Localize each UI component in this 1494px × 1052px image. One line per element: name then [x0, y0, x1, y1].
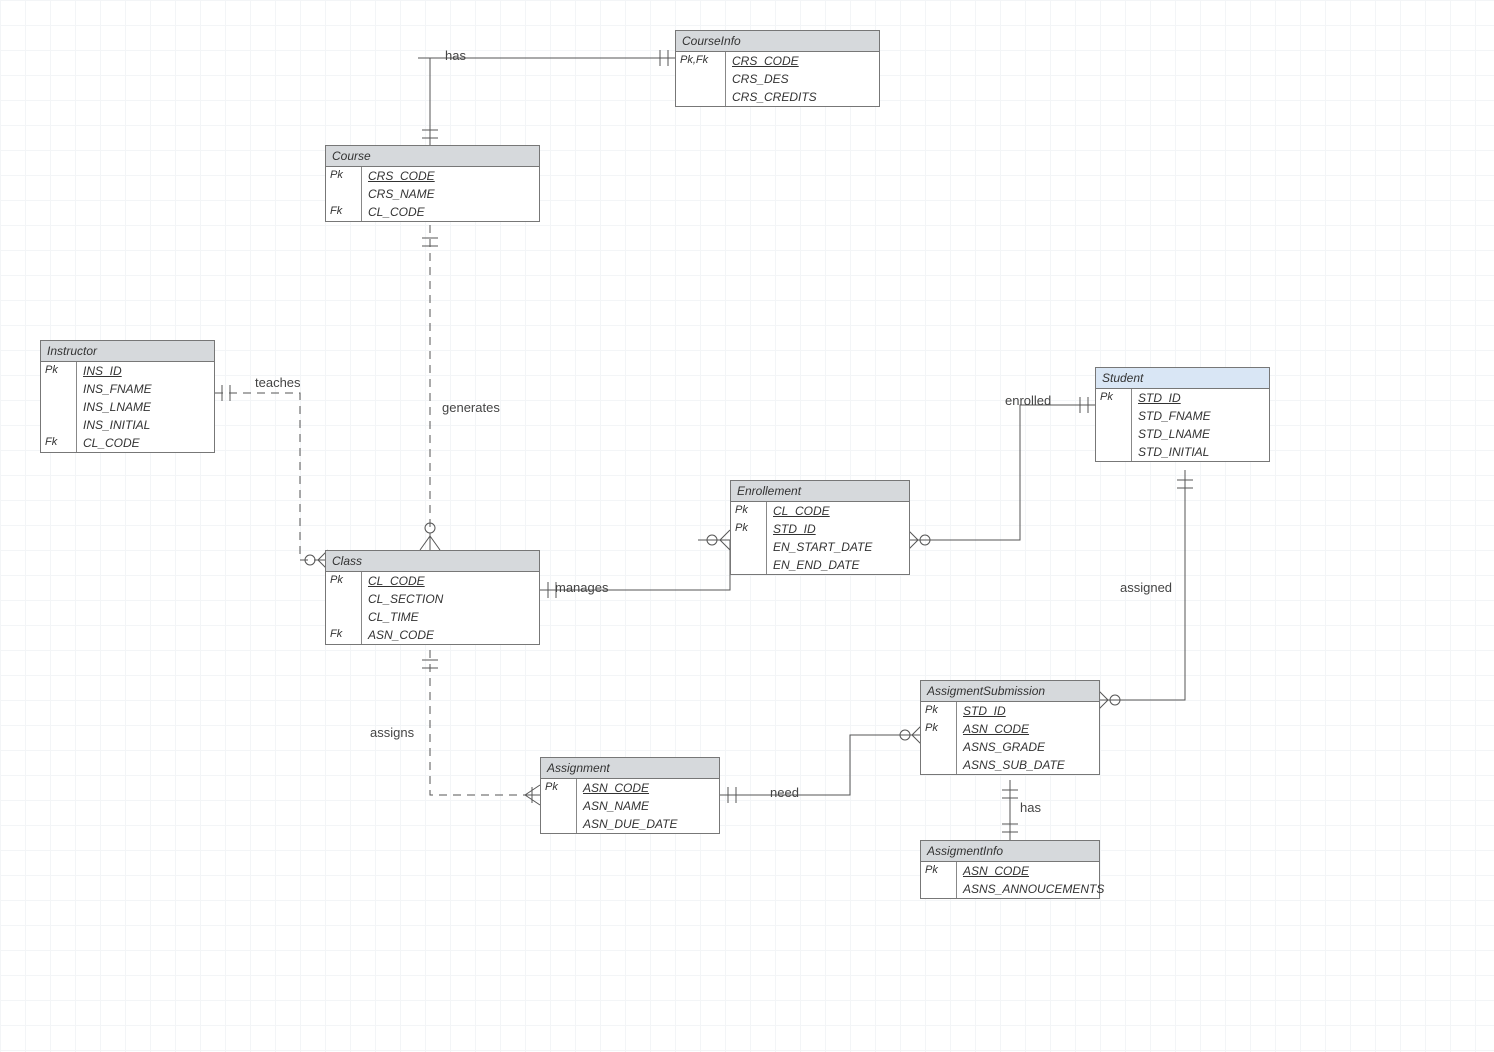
- rel-label-generates: generates: [442, 400, 500, 415]
- entity-courseinfo[interactable]: CourseInfo Pk,FkCRS_CODE CRS_DES CRS_CRE…: [675, 30, 880, 107]
- rel-label-teaches: teaches: [255, 375, 301, 390]
- rel-label-assigned: assigned: [1120, 580, 1172, 595]
- entity-title: AssigmentSubmission: [921, 681, 1099, 702]
- entity-title: Assignment: [541, 758, 719, 779]
- entity-title: Enrollement: [731, 481, 909, 502]
- entity-title: Class: [326, 551, 539, 572]
- entity-title: Student: [1096, 368, 1269, 389]
- entity-instructor[interactable]: Instructor PkINS_ID INS_FNAME INS_LNAME …: [40, 340, 215, 453]
- entity-title: Course: [326, 146, 539, 167]
- rel-label-has: has: [445, 48, 466, 63]
- entity-enrollement[interactable]: Enrollement PkCL_CODE PkSTD_ID EN_START_…: [730, 480, 910, 575]
- entity-title: AssigmentInfo: [921, 841, 1099, 862]
- entity-assignment[interactable]: Assignment PkASN_CODE ASN_NAME ASN_DUE_D…: [540, 757, 720, 834]
- rel-label-has2: has: [1020, 800, 1041, 815]
- entity-body: PkINS_ID INS_FNAME INS_LNAME INS_INITIAL…: [41, 362, 214, 452]
- entity-title: CourseInfo: [676, 31, 879, 52]
- entity-class[interactable]: Class PkCL_CODE CL_SECTION CL_TIME FkASN…: [325, 550, 540, 645]
- rel-label-assigns: assigns: [370, 725, 414, 740]
- entity-title: Instructor: [41, 341, 214, 362]
- entity-course[interactable]: Course PkCRS_CODE CRS_NAME FkCL_CODE: [325, 145, 540, 222]
- rel-label-manages: manages: [555, 580, 608, 595]
- rel-label-need: need: [770, 785, 799, 800]
- entity-assignment-submission[interactable]: AssigmentSubmission PkSTD_ID PkASN_CODE …: [920, 680, 1100, 775]
- rel-label-enrolled: enrolled: [1005, 393, 1051, 408]
- entity-student[interactable]: Student PkSTD_ID STD_FNAME STD_LNAME STD…: [1095, 367, 1270, 462]
- entity-assignment-info[interactable]: AssigmentInfo PkASN_CODE ASNS_ANNOUCEMEN…: [920, 840, 1100, 899]
